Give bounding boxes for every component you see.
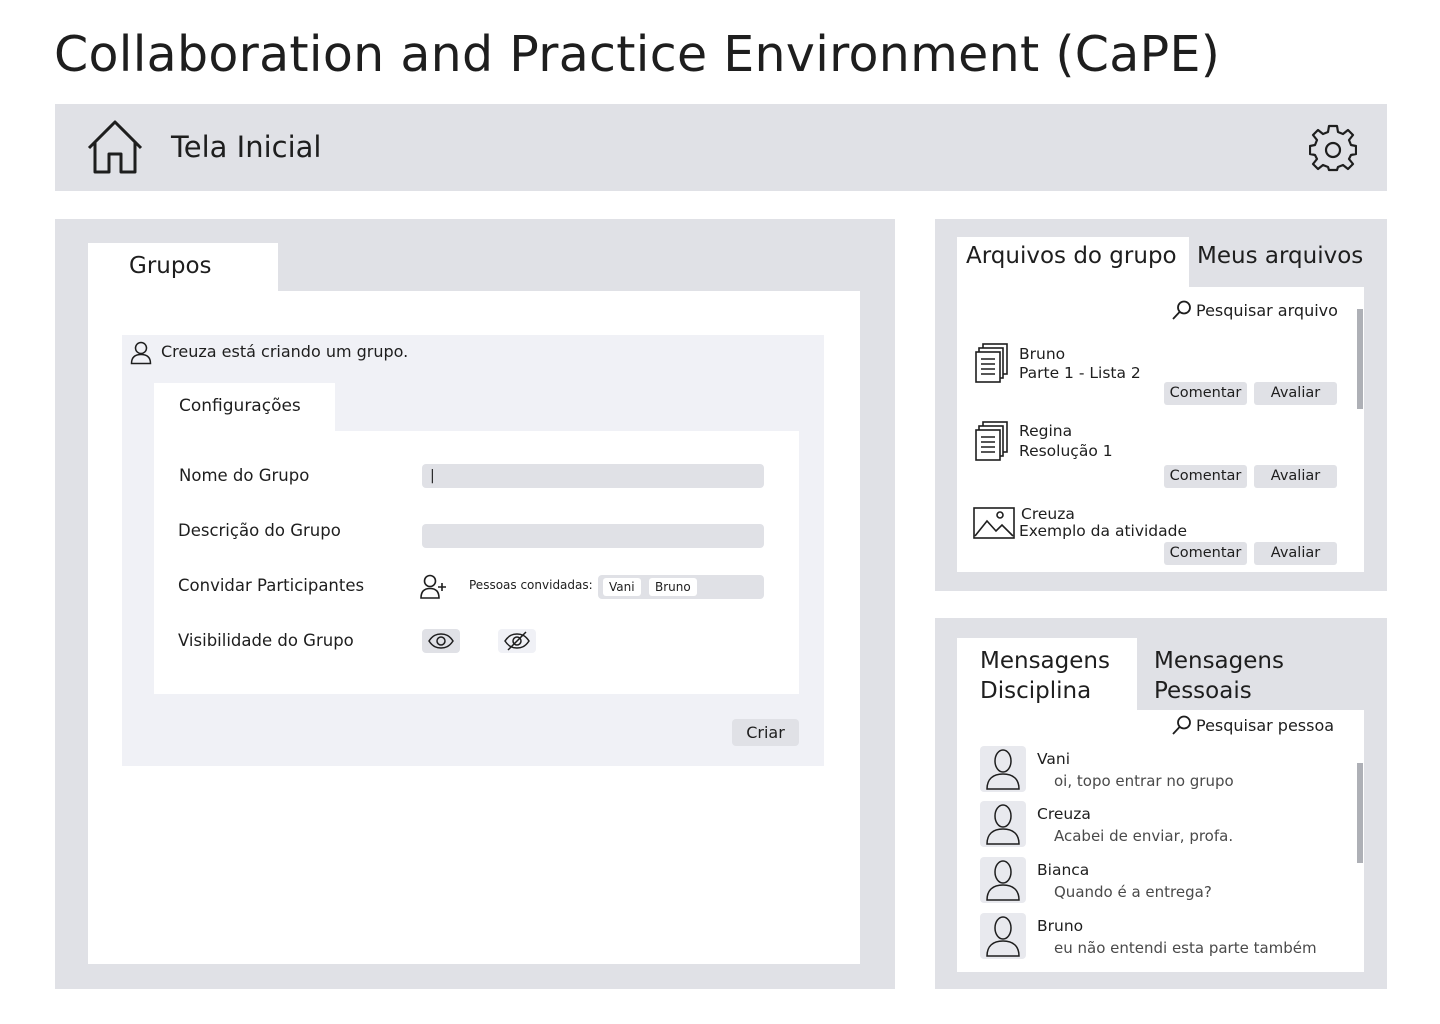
invited-people-label: Pessoas convidadas: — [469, 578, 593, 592]
tab-personal-messages[interactable]: Mensagens Pessoais — [1154, 646, 1284, 706]
hidden-eye-off-icon[interactable] — [498, 629, 536, 653]
gear-icon[interactable] — [1308, 124, 1358, 172]
message-sender[interactable]: Vani — [1037, 750, 1070, 768]
search-person[interactable]: Pesquisar pessoa — [1171, 714, 1334, 736]
document-icon — [975, 343, 1011, 383]
search-file[interactable]: Pesquisar arquivo — [1171, 299, 1338, 321]
file-author[interactable]: Bruno — [1019, 345, 1065, 364]
search-file-label: Pesquisar arquivo — [1196, 300, 1338, 320]
group-files-list: Pesquisar arquivo Bruno Parte 1 - Lista … — [957, 287, 1364, 572]
groups-panel: Grupos Creuza está criando um grupo. Con… — [55, 219, 895, 989]
add-user-icon[interactable] — [420, 574, 448, 600]
creator-notice: Creuza está criando um grupo. — [161, 342, 409, 361]
group-description-label: Descrição do Grupo — [178, 521, 341, 540]
message-text[interactable]: oi, topo entrar no grupo — [1054, 772, 1234, 790]
invited-chip[interactable]: Vani — [603, 578, 641, 596]
group-name-input[interactable] — [422, 464, 764, 488]
tab-groups-label: Grupos — [129, 253, 212, 279]
tab-group-files[interactable]: Arquivos do grupo — [957, 237, 1189, 289]
rate-button[interactable]: Avaliar — [1254, 542, 1337, 565]
files-panel: Arquivos do grupo Meus arquivos Pesquisa… — [935, 219, 1387, 591]
group-creation-box: Creuza está criando um grupo. Configuraç… — [122, 335, 824, 766]
invited-people-box: Vani Bruno — [598, 575, 764, 599]
user-icon — [130, 341, 152, 365]
create-group-button[interactable]: Criar — [732, 719, 799, 746]
rate-button[interactable]: Avaliar — [1254, 465, 1337, 488]
tab-course-messages-label: Mensagens Disciplina — [980, 646, 1110, 706]
avatar[interactable] — [980, 913, 1026, 959]
comment-button[interactable]: Comentar — [1164, 542, 1247, 565]
search-icon — [1172, 715, 1191, 735]
file-author[interactable]: Regina — [1019, 422, 1072, 441]
avatar[interactable] — [980, 801, 1026, 847]
file-title[interactable]: Exemplo da atividade — [1019, 522, 1187, 541]
comment-button[interactable]: Comentar — [1164, 382, 1247, 405]
message-text[interactable]: Quando é a entrega? — [1054, 883, 1212, 901]
document-icon — [975, 421, 1011, 461]
tab-group-files-label: Arquivos do grupo — [966, 243, 1177, 269]
group-description-input[interactable] — [422, 524, 764, 548]
avatar[interactable] — [980, 857, 1026, 903]
search-person-label: Pesquisar pessoa — [1196, 715, 1335, 735]
comment-button[interactable]: Comentar — [1164, 465, 1247, 488]
visible-eye-icon[interactable] — [422, 629, 460, 653]
invite-participants-label: Convidar Participantes — [178, 576, 365, 595]
tab-my-files[interactable]: Meus arquivos — [1197, 243, 1363, 269]
tab-configuracoes[interactable]: Configurações — [154, 383, 335, 433]
message-text[interactable]: Acabei de enviar, profa. — [1054, 827, 1233, 845]
group-visibility-label: Visibilidade do Grupo — [178, 631, 354, 650]
avatar[interactable] — [980, 746, 1026, 792]
message-sender[interactable]: Creuza — [1037, 805, 1091, 823]
tab-personal-messages-line2: Pessoais — [1154, 678, 1252, 704]
messages-scrollbar[interactable] — [1357, 763, 1363, 863]
home-label[interactable]: Tela Inicial — [171, 130, 322, 164]
groups-content: Creuza está criando um grupo. Configuraç… — [88, 291, 860, 964]
top-bar: Tela Inicial — [55, 104, 1387, 191]
messages-list: Pesquisar pessoa Vani oi, topo entrar no… — [957, 710, 1364, 972]
image-icon — [973, 507, 1015, 539]
tab-personal-messages-line1: Mensagens — [1154, 648, 1284, 674]
files-scrollbar[interactable] — [1357, 309, 1363, 409]
search-icon — [1172, 300, 1191, 320]
message-sender[interactable]: Bianca — [1037, 861, 1089, 879]
app-title: Collaboration and Practice Environment (… — [54, 26, 1221, 83]
home-icon[interactable] — [85, 118, 145, 178]
group-name-label: Nome do Grupo — [179, 466, 310, 485]
tab-configuracoes-label: Configurações — [179, 396, 301, 416]
tab-course-messages-line1: Mensagens — [980, 648, 1110, 674]
tab-course-messages[interactable]: Mensagens Disciplina — [957, 638, 1137, 712]
messages-panel: Mensagens Disciplina Mensagens Pessoais … — [935, 618, 1387, 989]
file-title[interactable]: Resolução 1 — [1019, 442, 1113, 461]
tab-groups[interactable]: Grupos — [88, 243, 278, 293]
tab-course-messages-line2: Disciplina — [980, 678, 1092, 704]
rate-button[interactable]: Avaliar — [1254, 382, 1337, 405]
message-sender[interactable]: Bruno — [1037, 917, 1083, 935]
config-form: Nome do Grupo Descrição do Grupo Convida… — [154, 431, 799, 694]
file-title[interactable]: Parte 1 - Lista 2 — [1019, 364, 1141, 383]
invited-chip[interactable]: Bruno — [649, 578, 697, 596]
message-text[interactable]: eu não entendi esta parte também — [1054, 939, 1317, 957]
